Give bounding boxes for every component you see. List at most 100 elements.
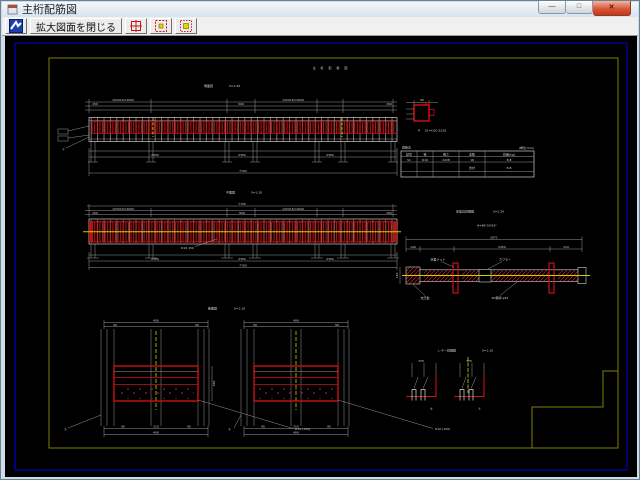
svg-text:725: 725 — [418, 359, 424, 363]
stirrup-mark-left: ⑥ — [430, 407, 433, 411]
svg-text:150: 150 — [92, 211, 98, 215]
bar-detail-callout: S1=D10:2228 — [425, 128, 446, 132]
bar-end-detail: 95 ⑤ S1=D10:2228 — [406, 98, 446, 132]
section-a-mark: ② — [64, 428, 67, 432]
svg-text:110: 110 — [563, 245, 569, 249]
toolbar-app-button[interactable] — [5, 18, 27, 34]
svg-text:8.8: 8.8 — [507, 158, 512, 162]
svg-text:2671: 2671 — [490, 235, 498, 239]
bar-detail-mark: ⑤ — [418, 129, 421, 133]
svg-text:7700: 7700 — [239, 263, 247, 267]
svg-text:2350: 2350 — [326, 153, 334, 157]
svg-text:210: 210 — [293, 425, 299, 429]
side-view: 側面図 S=1:20 125X16=2000 125X16=2000 500 1… — [58, 83, 398, 176]
svg-text:支圧板: 支圧板 — [420, 295, 429, 300]
table-unit: (単位:mm) — [519, 145, 534, 150]
svg-text:400: 400 — [153, 319, 159, 323]
svg-text:2450: 2450 — [498, 245, 506, 249]
window-icon — [7, 4, 18, 15]
caption-buttons: — □ ✕ — [538, 1, 631, 16]
crosshair-frame-icon — [129, 19, 143, 33]
app-window: 主桁配筋図 — □ ✕ 拡大図面を閉じる — [0, 0, 640, 480]
svg-text:16: 16 — [470, 158, 474, 162]
side-rebar-band — [90, 122, 396, 134]
stirrup-detail-scale: S=1:10 — [482, 349, 493, 353]
stirrup-detail: レデー詳細図 S=1:10 725 ⑥ 725 ⑦ — [406, 348, 493, 412]
svg-text:7700: 7700 — [239, 169, 247, 173]
anchor-detail-label: 定着具詳細図 — [456, 209, 474, 214]
svg-text:7700: 7700 — [238, 202, 246, 206]
drawing-title: 主 桁 配 筋 図 — [313, 65, 350, 70]
svg-text:8.8: 8.8 — [507, 166, 512, 170]
section-label: 断面図 — [208, 306, 217, 311]
svg-text:500: 500 — [238, 102, 244, 106]
plan-view: 平面図 S=1:20 7700 125X16=2000 125X16=2000 … — [83, 191, 401, 271]
svg-text:50: 50 — [113, 323, 117, 327]
svg-text:95: 95 — [420, 98, 424, 102]
anchor-detail-scale: S=1:20 — [493, 210, 504, 214]
toolbar-app-icon — [9, 19, 23, 33]
svg-text:150: 150 — [386, 102, 392, 106]
section-b: 400 50 50 95 210 95 400 ③ — [228, 319, 450, 437]
svg-text:質量(kg): 質量(kg) — [503, 151, 515, 156]
svg-text:50: 50 — [195, 323, 199, 327]
svg-text:S1: S1 — [407, 158, 411, 162]
svg-text:2350: 2350 — [151, 153, 159, 157]
close-button[interactable]: ✕ — [593, 1, 631, 16]
svg-text:2350: 2350 — [326, 257, 334, 261]
anchor-angle: θ=89°59'59" — [477, 224, 497, 228]
side-supports — [88, 142, 398, 163]
svg-text:210: 210 — [153, 425, 159, 429]
zoom-area-alt-button[interactable] — [175, 18, 197, 34]
svg-text:50: 50 — [253, 323, 257, 327]
toolbar: 拡大図面を閉じる — [2, 17, 638, 36]
svg-text:125X16=2000: 125X16=2000 — [112, 98, 134, 102]
cad-canvas[interactable]: 主 桁 配 筋 図 側面図 S=1:20 125X16=2000 125X16=… — [5, 36, 637, 477]
zoom-area-icon — [154, 19, 168, 33]
svg-text:50: 50 — [335, 323, 339, 327]
svg-text:560: 560 — [212, 381, 216, 387]
svg-text:PC鋼棒 φ23: PC鋼棒 φ23 — [492, 295, 509, 300]
svg-text:記号: 記号 — [406, 151, 412, 156]
svg-text:500: 500 — [239, 211, 245, 215]
side-mark: ① — [62, 148, 65, 152]
svg-text:150: 150 — [386, 211, 392, 215]
svg-text:140: 140 — [395, 273, 399, 279]
svg-text:2350: 2350 — [238, 153, 246, 157]
section-views: 断面図 S=1:10 400 50 50 — [64, 306, 450, 438]
maximize-button[interactable]: □ — [566, 1, 593, 14]
minimize-button[interactable]: — — [538, 1, 566, 14]
section-b-mark: ③ — [228, 428, 231, 432]
section-b-note: D10 (150) — [435, 427, 450, 431]
svg-text:2228: 2228 — [442, 158, 450, 162]
svg-text:合計: 合計 — [469, 165, 475, 170]
window-title: 主桁配筋図 — [22, 2, 77, 17]
svg-text:95: 95 — [327, 425, 331, 429]
svg-text:95: 95 — [261, 425, 265, 429]
plan-view-scale: S=1:20 — [251, 191, 262, 195]
close-enlarged-view-button[interactable]: 拡大図面を閉じる — [30, 18, 122, 34]
svg-text:径: 径 — [423, 151, 426, 156]
svg-text:125X16=2000: 125X16=2000 — [112, 207, 134, 211]
svg-text:2350: 2350 — [238, 257, 246, 261]
table-title: 鉄筋表 — [402, 145, 411, 150]
plan-callout: D10 150 — [181, 246, 194, 250]
svg-text:D10: D10 — [422, 158, 428, 162]
svg-text:95: 95 — [187, 425, 191, 429]
plan-view-label: 平面図 — [226, 191, 235, 195]
svg-text:95: 95 — [121, 425, 125, 429]
anchor-detail: 定着具詳細図 S=1:20 θ=89°59'59" 2671 140 2450 … — [395, 209, 590, 301]
title-block-outline — [532, 371, 618, 448]
side-view-label: 側面図 — [204, 83, 213, 88]
rebar-table: 鉄筋表 (単位:mm) 記号 径 長さ 本数 質量(kg) S1 D10 222… — [401, 145, 534, 178]
zoom-area-alt-icon — [179, 19, 193, 33]
stirrup-mark-right: ⑦ — [478, 407, 481, 411]
svg-text:カプラー: カプラー — [499, 257, 511, 262]
zoom-window-button[interactable] — [125, 18, 147, 34]
svg-text:2350: 2350 — [151, 257, 159, 261]
svg-text:125X16=2000: 125X16=2000 — [282, 207, 304, 211]
side-view-scale: S=1:20 — [229, 84, 240, 88]
svg-text:150: 150 — [92, 102, 98, 106]
zoom-area-button[interactable] — [150, 18, 172, 34]
svg-text:本数: 本数 — [469, 151, 475, 156]
